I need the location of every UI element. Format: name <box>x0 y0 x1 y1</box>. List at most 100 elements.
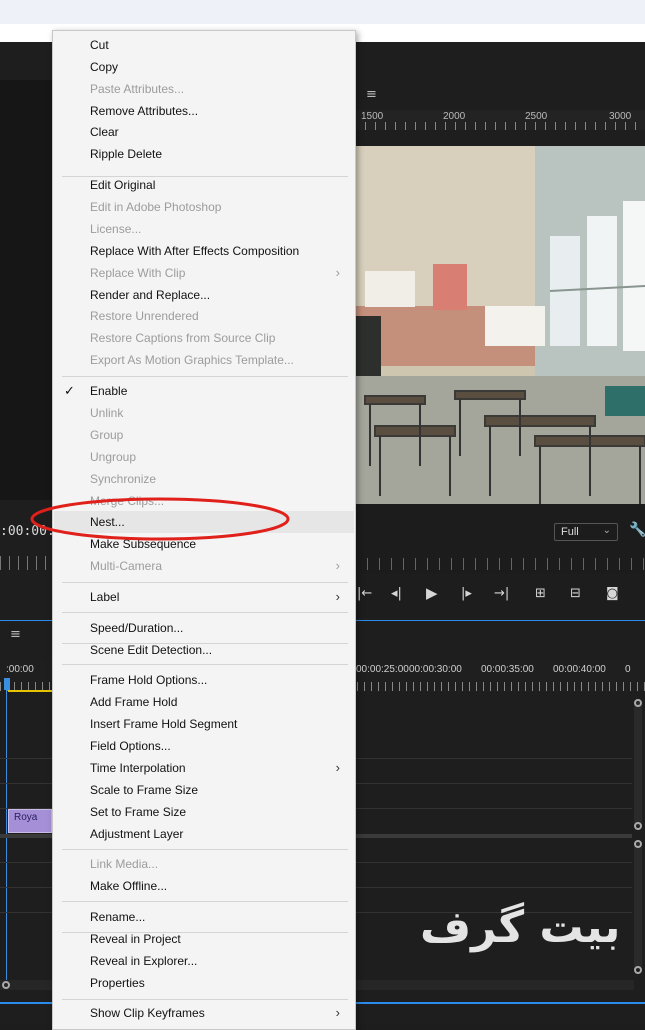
scrollbar-handle[interactable] <box>2 981 10 989</box>
menu-item-label: Properties <box>90 976 145 990</box>
menu-item-edit-in-adobe-photoshop: Edit in Adobe Photoshop <box>54 196 354 218</box>
menu-item-remove-attributes[interactable]: Remove Attributes... <box>54 100 354 122</box>
source-monitor-panel <box>0 80 52 500</box>
program-video-frame[interactable] <box>355 146 645 504</box>
menu-item-time-interpolation[interactable]: Time Interpolation › <box>54 757 354 779</box>
menu-item-rename[interactable]: Rename... <box>54 906 354 928</box>
menu-item-adjustment-layer[interactable]: Adjustment Layer <box>54 823 354 845</box>
menu-item-label: Replace With After Effects Composition <box>90 244 300 258</box>
menu-item-label: Adjustment Layer <box>90 827 184 841</box>
ruler-label: 3000 <box>609 111 632 122</box>
timeline-timecode: 0 <box>625 664 631 675</box>
menu-item-label: Make Offline... <box>90 879 168 893</box>
quality-value: Full <box>561 526 579 538</box>
playhead-handle[interactable] <box>4 678 10 690</box>
menu-separator <box>62 612 348 613</box>
menu-item-frame-hold-options[interactable]: Frame Hold Options... <box>54 669 354 691</box>
menu-item-enable[interactable]: ✓ Enable <box>54 380 354 402</box>
menu-item-label: Unlink <box>90 406 124 420</box>
menu-item-set-to-frame-size[interactable]: Set to Frame Size <box>54 801 354 823</box>
menu-separator <box>62 999 348 1000</box>
step-forward-icon[interactable]: |▸ <box>461 586 472 601</box>
menu-separator <box>62 376 348 377</box>
scrollbar-handle[interactable] <box>634 822 642 830</box>
work-area-bar[interactable] <box>8 690 58 692</box>
classroom-image <box>355 146 645 504</box>
program-monitor-header <box>355 80 645 110</box>
menu-item-label: Rename... <box>90 910 146 924</box>
menu-item-replace-with-after-effects-composition[interactable]: Replace With After Effects Composition <box>54 240 354 262</box>
menu-item-reveal-in-explorer[interactable]: Reveal in Explorer... <box>54 950 354 972</box>
ruler-label: 1500 <box>361 111 384 122</box>
menu-item-scale-to-frame-size[interactable]: Scale to Frame Size <box>54 779 354 801</box>
hamburger-icon[interactable]: ≡ <box>366 87 377 102</box>
menu-item-field-options[interactable]: Field Options... <box>54 735 354 757</box>
playhead-line <box>6 690 7 990</box>
playback-resolution-select[interactable]: Full ⌄ <box>554 523 618 541</box>
extract-icon[interactable]: ⊟ <box>570 586 581 601</box>
timeline-timecode: 00:00:30:00 <box>409 664 462 675</box>
menu-item-link-media: Link Media... <box>54 853 354 875</box>
video-tracks-scrollbar[interactable] <box>634 702 642 826</box>
chevron-right-icon: › <box>335 558 340 573</box>
program-mini-ruler[interactable] <box>355 558 645 570</box>
watermark-text: بیت گرف <box>420 902 621 953</box>
menu-item-edit-original[interactable]: Edit Original <box>54 174 354 196</box>
menu-item-label[interactable]: Label › <box>54 586 354 608</box>
menu-item-label: Edit in Adobe Photoshop <box>90 200 222 214</box>
ruler-label: 2500 <box>525 111 548 122</box>
menu-item-add-frame-hold[interactable]: Add Frame Hold <box>54 691 354 713</box>
timeline-menu-icon[interactable]: ≡ <box>10 627 21 642</box>
menu-item-license: License... <box>54 218 354 240</box>
menu-item-ripple-delete[interactable]: Ripple Delete <box>54 143 354 165</box>
menu-item-show-clip-keyframes[interactable]: Show Clip Keyframes › <box>54 1002 354 1024</box>
menu-item-label: Remove Attributes... <box>90 104 199 118</box>
menu-item-label: Reveal in Project <box>90 932 181 946</box>
wrench-icon[interactable]: 🔧 <box>629 522 645 538</box>
menu-item-cut[interactable]: Cut <box>54 34 354 56</box>
scrollbar-handle[interactable] <box>634 699 642 707</box>
menu-item-insert-frame-hold-segment[interactable]: Insert Frame Hold Segment <box>54 713 354 735</box>
menu-separator <box>62 901 348 902</box>
menu-item-label: Group <box>90 428 124 442</box>
source-ruler[interactable] <box>0 556 52 570</box>
ruler-label: 2000 <box>443 111 466 122</box>
menu-item-label: Ungroup <box>90 450 137 464</box>
scrollbar-handle[interactable] <box>634 966 642 974</box>
menu-item-label: Reveal in Explorer... <box>90 954 198 968</box>
menu-item-render-and-replace[interactable]: Render and Replace... <box>54 284 354 306</box>
menu-item-label: Replace With Clip <box>90 266 186 280</box>
menu-item-label: Field Options... <box>90 739 171 753</box>
menu-item-scene-edit-detection[interactable]: Scene Edit Detection... <box>54 639 354 661</box>
menu-item-replace-with-clip: Replace With Clip › <box>54 262 354 284</box>
menu-item-unlink: Unlink <box>54 402 354 424</box>
menu-item-synchronize: Synchronize <box>54 468 354 490</box>
timeline-timecode: 00:00:35:00 <box>481 664 534 675</box>
audio-tracks-scrollbar[interactable] <box>634 843 642 969</box>
clip-label: Roya <box>14 812 38 823</box>
camera-icon[interactable]: ◙ <box>606 586 619 601</box>
menu-item-label: Speed/Duration... <box>90 621 184 635</box>
scrollbar-handle[interactable] <box>634 840 642 848</box>
menu-item-label: License... <box>90 222 142 236</box>
menu-item-copy[interactable]: Copy <box>54 56 354 78</box>
menu-separator <box>62 664 348 665</box>
menu-item-label: Frame Hold Options... <box>90 673 208 687</box>
menu-item-clear[interactable]: Clear <box>54 121 354 143</box>
menu-item-label: Scale to Frame Size <box>90 783 199 797</box>
menu-item-make-offline[interactable]: Make Offline... <box>54 875 354 897</box>
menu-item-label: Multi-Camera <box>90 559 163 573</box>
menu-item-label: Restore Captions from Source Clip <box>90 331 276 345</box>
go-to-out-icon[interactable]: →| <box>494 586 509 601</box>
menu-item-speed-duration[interactable]: Speed/Duration... <box>54 617 354 639</box>
step-back-icon[interactable]: ◂| <box>391 586 402 601</box>
menu-item-label: Cut <box>90 38 109 52</box>
menu-item-label: Clear <box>90 125 119 139</box>
menu-item-reveal-in-project[interactable]: Reveal in Project <box>54 928 354 950</box>
menu-item-label: Enable <box>90 384 128 398</box>
mark-in-icon[interactable]: |← <box>357 586 372 601</box>
lift-icon[interactable]: ⊞ <box>535 586 546 601</box>
play-icon[interactable]: ▶ <box>426 584 438 602</box>
menu-item-properties[interactable]: Properties <box>54 972 354 994</box>
menu-item-label: Label <box>90 590 120 604</box>
